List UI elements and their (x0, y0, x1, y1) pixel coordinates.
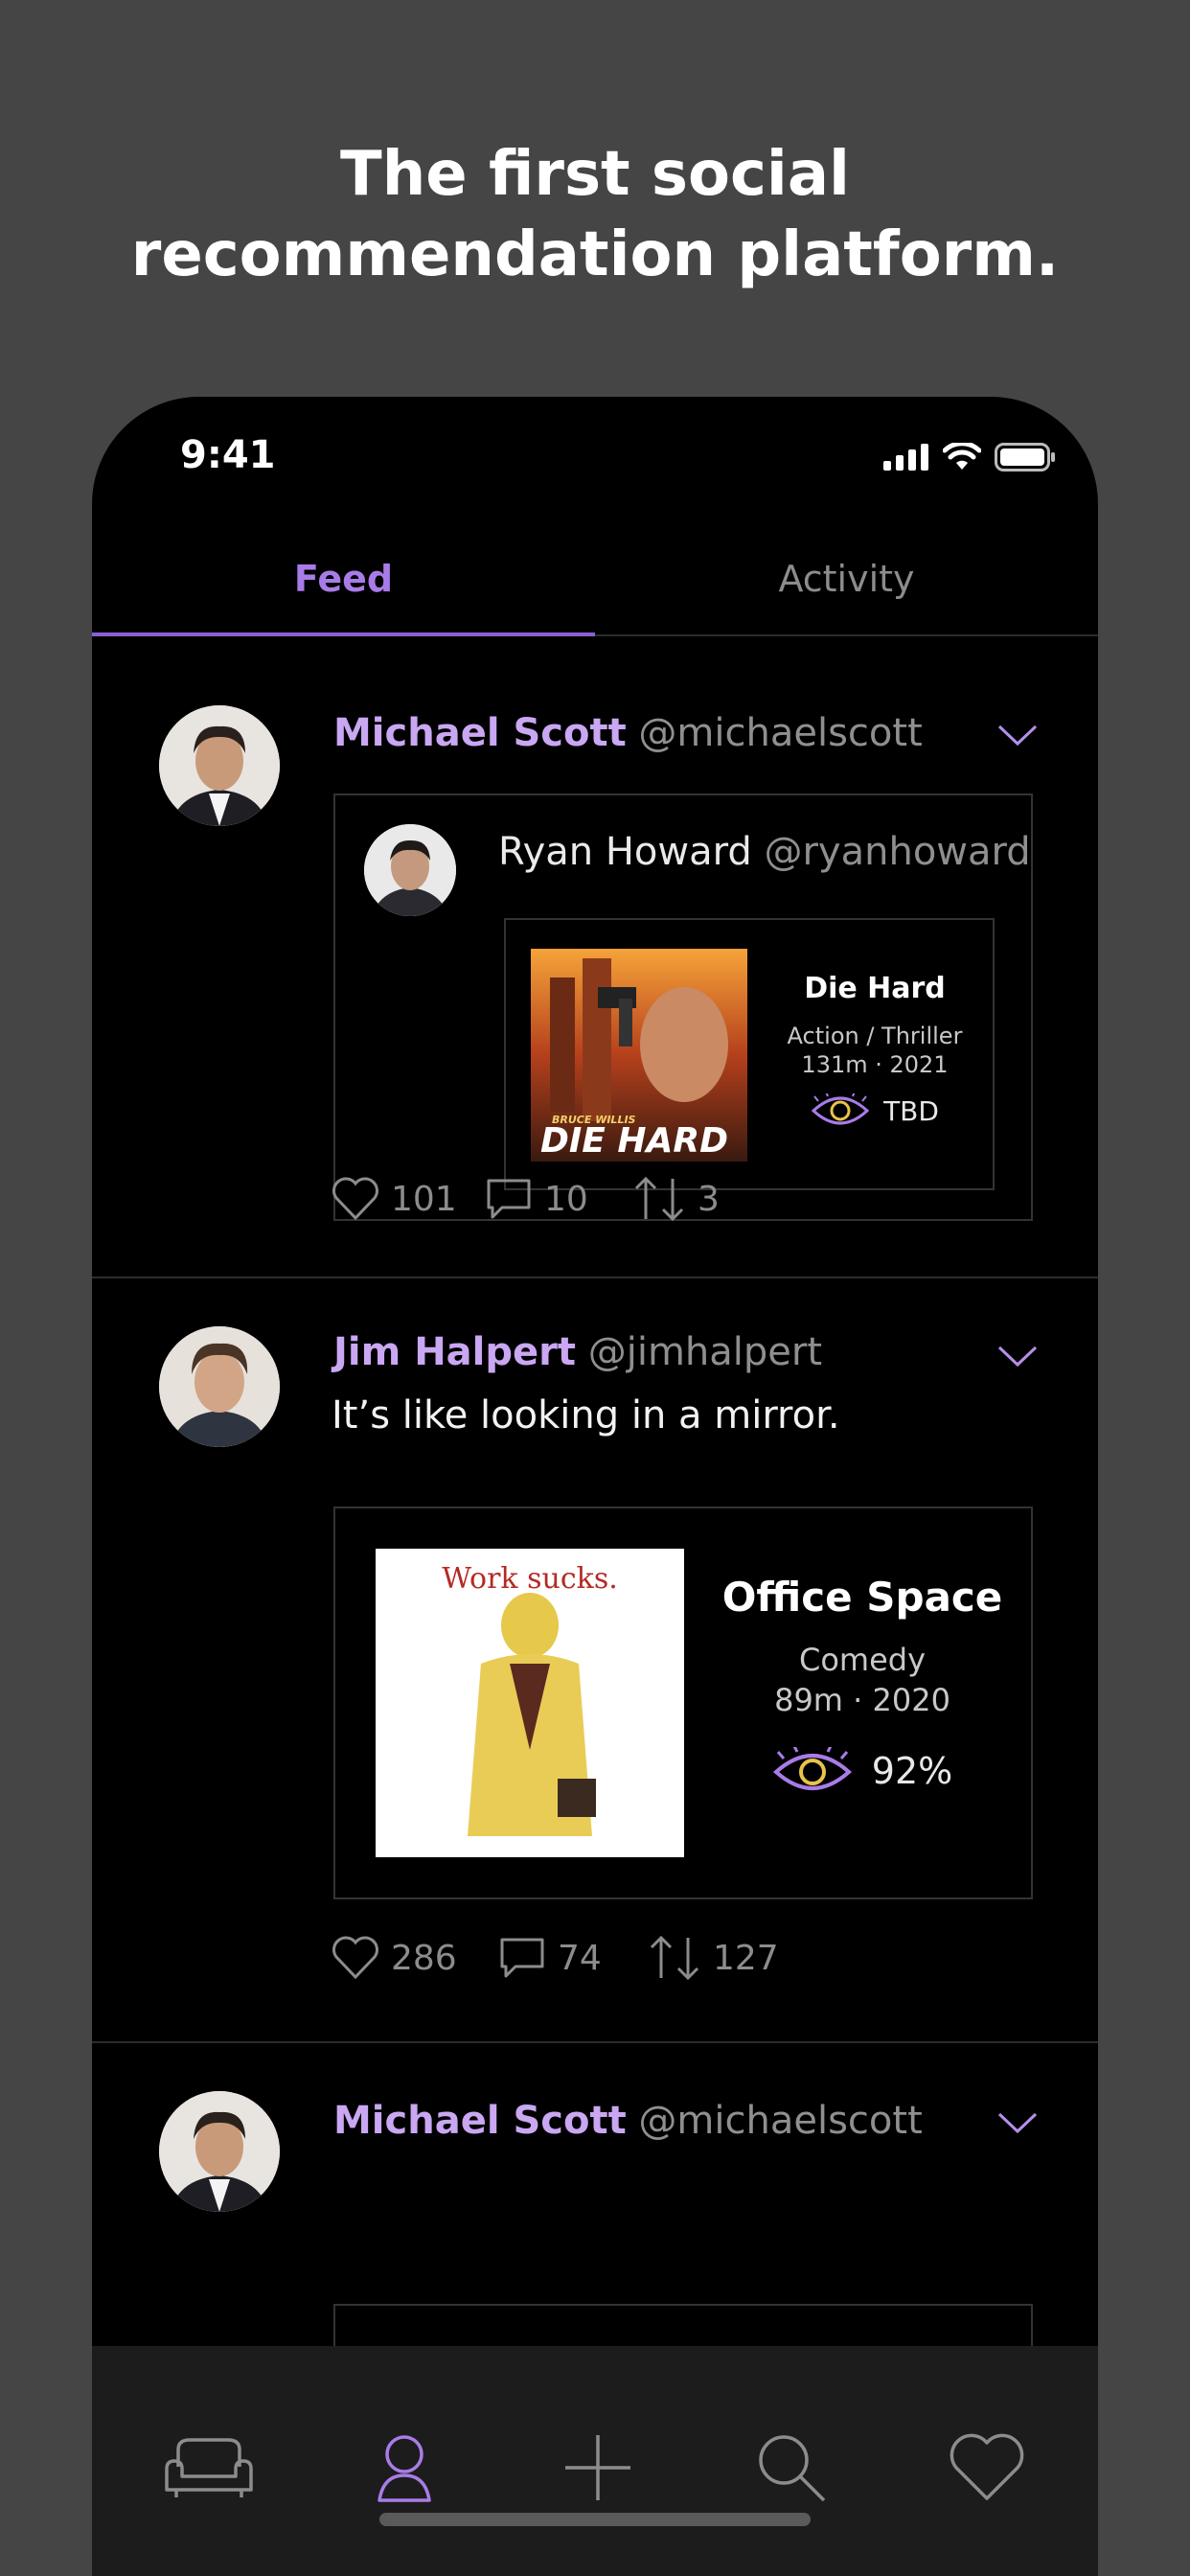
movie-score: TBD (774, 1093, 975, 1128)
share-icon (650, 1935, 699, 1981)
headline-line-1: The first social (340, 139, 850, 210)
heart-icon (332, 1177, 378, 1221)
like-count: 101 (391, 1179, 457, 1219)
wifi-icon (943, 443, 981, 470)
comment-action[interactable]: 10 (485, 1177, 632, 1221)
feed-post: Jim Halpert @jimhalpert It’s like lookin… (92, 1280, 1098, 2043)
feed-post: Michael Scott @michaelscott (92, 2045, 1098, 2496)
share-action[interactable]: 127 (648, 1934, 779, 1982)
poster-title: DIE HARD (540, 1121, 728, 1161)
avatar-michael-scott[interactable] (159, 2091, 280, 2212)
eye-icon (811, 1093, 870, 1125)
avatar-image (159, 2091, 280, 2212)
quoted-author-name[interactable]: Ryan Howard (498, 830, 752, 874)
comment-count: 10 (544, 1179, 588, 1219)
author-handle[interactable]: @jimhalpert (588, 1330, 822, 1374)
post-author: Michael Scott @michaelscott (333, 711, 923, 755)
avatar-jim-halpert[interactable] (159, 1326, 280, 1447)
signal-icon (883, 444, 928, 471)
share-count: 127 (713, 1938, 779, 1978)
post-author: Michael Scott @michaelscott (333, 2099, 923, 2143)
author-handle[interactable]: @michaelscott (638, 711, 922, 755)
quoted-author: Ryan Howard @ryanhoward (498, 830, 1031, 874)
poster-tagline: Work sucks. (442, 1562, 618, 1596)
chevron-down-icon[interactable] (996, 1344, 1039, 1370)
chevron-down-icon[interactable] (996, 723, 1039, 749)
movie-info: Die Hard Action / Thriller 131m · 2021 T… (774, 972, 975, 1128)
battery-icon (995, 443, 1055, 472)
movie-meta: 89m · 2020 (774, 1682, 950, 1718)
nav-profile[interactable] (356, 2425, 452, 2511)
nav-add[interactable] (550, 2425, 646, 2511)
movie-title: Office Space (721, 1574, 1003, 1621)
movie-poster: BRUCE WILLIS DIE HARD (531, 949, 747, 1162)
nav-couch[interactable] (161, 2425, 257, 2511)
movie-card[interactable]: BRUCE WILLIS DIE HARD Die Hard Action / … (504, 918, 995, 1190)
nav-heart[interactable] (939, 2425, 1035, 2511)
add-icon (565, 2435, 630, 2500)
heart-icon (950, 2433, 1024, 2500)
tab-activity[interactable]: Activity (595, 540, 1098, 636)
post-actions: 286 74 127 (332, 1934, 779, 1982)
score-value: TBD (883, 1094, 939, 1127)
tab-bar: Feed Activity (92, 540, 1098, 636)
home-indicator[interactable] (379, 2513, 811, 2526)
profile-icon (378, 2435, 431, 2502)
chevron-down-icon[interactable] (996, 2110, 1039, 2137)
movie-meta: 131m · 2021 (801, 1051, 949, 1078)
like-action[interactable]: 286 (332, 1936, 498, 1980)
nav-search[interactable] (744, 2425, 839, 2511)
comment-count: 74 (558, 1938, 602, 1978)
bottom-nav (92, 2346, 1098, 2576)
search-icon (759, 2435, 826, 2502)
movie-score: 92% (709, 1747, 1016, 1795)
headline: The first social recommendation platform… (0, 134, 1190, 295)
avatar-ryan-howard[interactable] (364, 824, 456, 916)
avatar-michael-scott[interactable] (159, 705, 280, 826)
author-name[interactable]: Jim Halpert (333, 1330, 576, 1374)
tab-feed[interactable]: Feed (92, 540, 595, 636)
avatar-image (159, 1326, 280, 1447)
post-text: It’s like looking in a mirror. (332, 1393, 840, 1438)
headline-line-2: recommendation platform. (130, 219, 1060, 290)
share-count: 3 (698, 1179, 720, 1219)
movie-genre: Action / Thriller (787, 1023, 963, 1049)
share-icon (634, 1176, 684, 1222)
heart-icon (332, 1936, 378, 1980)
status-time: 9:41 (180, 433, 276, 477)
movie-genre: Comedy (798, 1642, 927, 1678)
quoted-post[interactable]: Ryan Howard @ryanhoward BRUCE WILLIS DIE… (333, 794, 1033, 1221)
author-handle[interactable]: @michaelscott (638, 2099, 922, 2143)
quoted-author-handle[interactable]: @ryanhoward (764, 830, 1030, 874)
couch-icon (165, 2438, 253, 2497)
eye-icon (772, 1747, 852, 1790)
comment-icon (487, 1179, 531, 1219)
like-action[interactable]: 101 (332, 1177, 485, 1221)
movie-poster: Work sucks. (376, 1549, 684, 1857)
phone-screen: 9:41 Feed Activity Michael Scott @michae… (92, 397, 1098, 2576)
avatar-image (159, 705, 280, 826)
like-count: 286 (391, 1938, 457, 1978)
post-author: Jim Halpert @jimhalpert (333, 1330, 822, 1374)
author-name[interactable]: Michael Scott (333, 2099, 627, 2143)
status-icons (883, 443, 1056, 472)
movie-title: Die Hard (804, 972, 946, 1005)
author-name[interactable]: Michael Scott (333, 711, 627, 755)
post-actions: 101 10 3 (332, 1175, 720, 1223)
share-action[interactable]: 3 (632, 1175, 720, 1223)
movie-info: Office Space Comedy 89m · 2020 92% (709, 1574, 1016, 1795)
comment-icon (500, 1938, 544, 1978)
avatar-image (364, 824, 456, 916)
feed-post: Michael Scott @michaelscott Ryan Howard … (92, 638, 1098, 1278)
movie-card[interactable]: Work sucks. Office Space Comedy 89m · 20… (333, 1506, 1033, 1899)
score-value: 92% (871, 1750, 953, 1792)
comment-action[interactable]: 74 (498, 1936, 648, 1980)
